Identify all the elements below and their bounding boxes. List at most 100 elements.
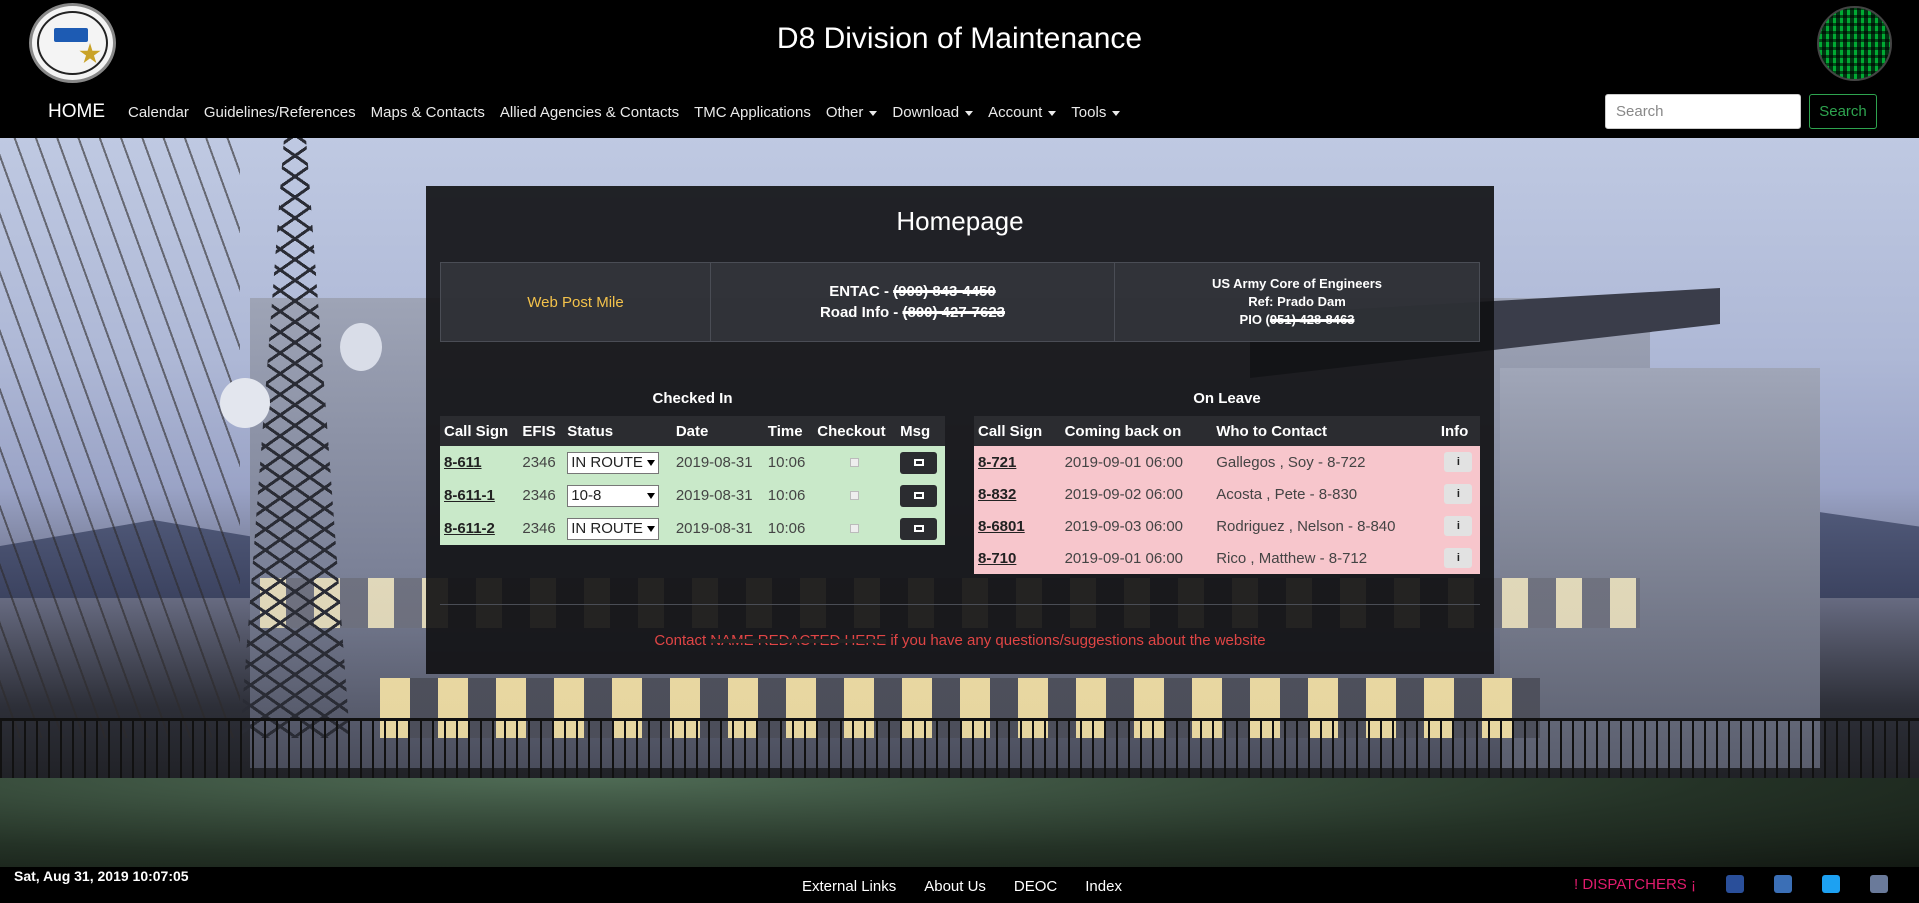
table-row: 8-611-1 2346 10-8 2019-08-31 10:06 xyxy=(440,479,945,512)
col-efis: EFIS xyxy=(518,416,564,446)
info-button[interactable]: i xyxy=(1444,516,1473,536)
entac-phone: (909) 843-4450 xyxy=(893,283,996,300)
army-corps-ref: Ref: Prado Dam xyxy=(1248,294,1346,309)
homepage-panel: Homepage Web Post Mile ENTAC - (909) 843… xyxy=(426,186,1494,674)
weather-icon[interactable] xyxy=(1726,875,1744,893)
message-icon xyxy=(913,492,924,499)
checked-in-caption: Checked In xyxy=(652,390,733,407)
satellite-dish xyxy=(220,378,270,428)
date-cell: 2019-08-31 xyxy=(671,512,764,545)
nav-calendar[interactable]: Calendar xyxy=(128,104,189,121)
pio-line: PIO (951) 428-8463 xyxy=(1239,312,1355,327)
call-sign-link[interactable]: 8-611-1 xyxy=(444,487,495,504)
efis-cell: 2346 xyxy=(518,446,564,479)
col-coming-back: Coming back on xyxy=(1060,416,1213,446)
nav-tmc-applications[interactable]: TMC Applications xyxy=(694,104,811,121)
date-cell: 2019-08-31 xyxy=(671,479,764,512)
caret-down-icon xyxy=(1112,110,1121,116)
call-sign-link[interactable]: 8-6801 xyxy=(978,518,1025,535)
contact-cell: Rodriguez , Nelson - 8-840 xyxy=(1212,510,1437,542)
checkout-checkbox[interactable] xyxy=(850,491,860,500)
nav-guidelines[interactable]: Guidelines/References xyxy=(204,104,356,121)
pio-phone: 951) 428-8463 xyxy=(1269,312,1355,327)
on-leave-table: Call Sign Coming back on Who to Contact … xyxy=(974,416,1480,574)
nav-allied-agencies[interactable]: Allied Agencies & Contacts xyxy=(500,104,679,121)
coming-back-cell: 2019-09-01 06:00 xyxy=(1060,542,1213,574)
contact-cell: Gallegos , Soy - 8-722 xyxy=(1212,446,1437,478)
efis-cell: 2346 xyxy=(518,479,564,512)
web-post-mile-cell: Web Post Mile xyxy=(441,263,711,341)
checkout-checkbox[interactable] xyxy=(850,458,860,467)
footer-link-external[interactable]: External Links xyxy=(802,878,896,895)
call-sign-link[interactable]: 8-611-2 xyxy=(444,520,495,537)
search-input[interactable] xyxy=(1605,94,1801,129)
road-info-phone: (800) 427-7623 xyxy=(902,304,1006,321)
building-wing xyxy=(1500,368,1820,768)
tree xyxy=(0,138,240,738)
main-nav: Calendar Guidelines/References Maps & Co… xyxy=(128,104,1135,121)
nav-account-dropdown[interactable]: Account xyxy=(988,104,1057,121)
dispatchers-link[interactable]: ! DISPATCHERS ¡ xyxy=(1574,876,1696,893)
time-cell: 10:06 xyxy=(763,479,814,512)
phone-info-cell: ENTAC - (909) 843-4450 Road Info - (800)… xyxy=(711,263,1115,341)
info-strip: Web Post Mile ENTAC - (909) 843-4450 Roa… xyxy=(440,262,1480,342)
time-cell: 10:06 xyxy=(763,512,814,545)
info-button[interactable]: i xyxy=(1444,484,1473,504)
status-select[interactable]: IN ROUTE xyxy=(567,517,660,540)
status-select[interactable]: IN ROUTE xyxy=(567,451,660,474)
message-icon xyxy=(913,525,924,532)
call-sign-link[interactable]: 8-611 xyxy=(444,454,482,471)
col-who-to-contact: Who to Contact xyxy=(1212,416,1437,446)
info-button[interactable]: i xyxy=(1444,548,1473,568)
coming-back-cell: 2019-09-03 06:00 xyxy=(1060,510,1213,542)
col-call-sign: Call Sign xyxy=(974,416,1061,446)
footer-link-about[interactable]: About Us xyxy=(924,878,986,895)
info-button[interactable]: i xyxy=(1444,452,1473,472)
col-call-sign: Call Sign xyxy=(440,416,519,446)
col-status: Status xyxy=(563,416,672,446)
nav-home-link[interactable]: HOME xyxy=(48,101,105,123)
nav-download-dropdown[interactable]: Download xyxy=(892,104,974,121)
call-sign-link[interactable]: 8-832 xyxy=(978,486,1016,503)
dropdown-arrow-icon xyxy=(647,459,656,466)
contact-name[interactable]: NAME REDACTED HERE xyxy=(710,632,886,649)
checkout-checkbox[interactable] xyxy=(850,524,860,533)
footer-link-index[interactable]: Index xyxy=(1085,878,1122,895)
message-button[interactable] xyxy=(900,517,938,540)
message-button[interactable] xyxy=(900,451,938,474)
footer-link-deoc[interactable]: DEOC xyxy=(1014,878,1057,895)
call-sign-link[interactable]: 8-721 xyxy=(978,454,1016,471)
nav-tools-dropdown[interactable]: Tools xyxy=(1071,104,1121,121)
table-header-row: Call Sign Coming back on Who to Contact … xyxy=(974,416,1480,446)
news-icon[interactable] xyxy=(1870,875,1888,893)
site-title: D8 Division of Maintenance xyxy=(776,22,1143,55)
nav-other-dropdown[interactable]: Other xyxy=(826,104,878,121)
army-corps-title: US Army Core of Engineers xyxy=(1211,276,1382,291)
coming-back-cell: 2019-09-02 06:00 xyxy=(1060,478,1213,510)
col-info: Info xyxy=(1436,416,1480,446)
footer-datetime: Sat, Aug 31, 2019 10:07:05 xyxy=(14,868,189,884)
army-corps-cell: US Army Core of Engineers Ref: Prado Dam… xyxy=(1115,263,1479,341)
divider xyxy=(440,604,1480,605)
efis-cell: 2346 xyxy=(518,512,564,545)
table-row: 8-721 2019-09-01 06:00 Gallegos , Soy - … xyxy=(974,446,1480,478)
status-select[interactable]: 10-8 xyxy=(567,484,660,507)
contact-cell: Acosta , Pete - 8-830 xyxy=(1212,478,1437,510)
traffic-icon[interactable] xyxy=(1774,875,1792,893)
web-post-mile-link[interactable]: Web Post Mile xyxy=(527,294,623,311)
table-row: 8-832 2019-09-02 06:00 Acosta , Pete - 8… xyxy=(974,478,1480,510)
time-cell: 10:06 xyxy=(763,446,814,479)
road-info-line: Road Info - (800) 427-7623 xyxy=(819,304,1006,321)
twitter-icon[interactable] xyxy=(1822,875,1840,893)
message-icon xyxy=(913,459,924,466)
col-checkout: Checkout xyxy=(813,416,897,446)
dropdown-arrow-icon xyxy=(647,492,656,499)
landscaping xyxy=(0,778,1919,867)
call-sign-link[interactable]: 8-710 xyxy=(978,550,1016,567)
message-button[interactable] xyxy=(900,484,938,507)
table-row: 8-611 2346 IN ROUTE 2019-08-31 10:06 xyxy=(440,446,945,479)
nav-maps-contacts[interactable]: Maps & Contacts xyxy=(371,104,485,121)
contact-notice: Contact NAME REDACTED HERE if you have a… xyxy=(654,632,1266,649)
search-button[interactable]: Search xyxy=(1809,94,1877,129)
footer-links: External Links About Us DEOC Index xyxy=(802,878,1150,895)
